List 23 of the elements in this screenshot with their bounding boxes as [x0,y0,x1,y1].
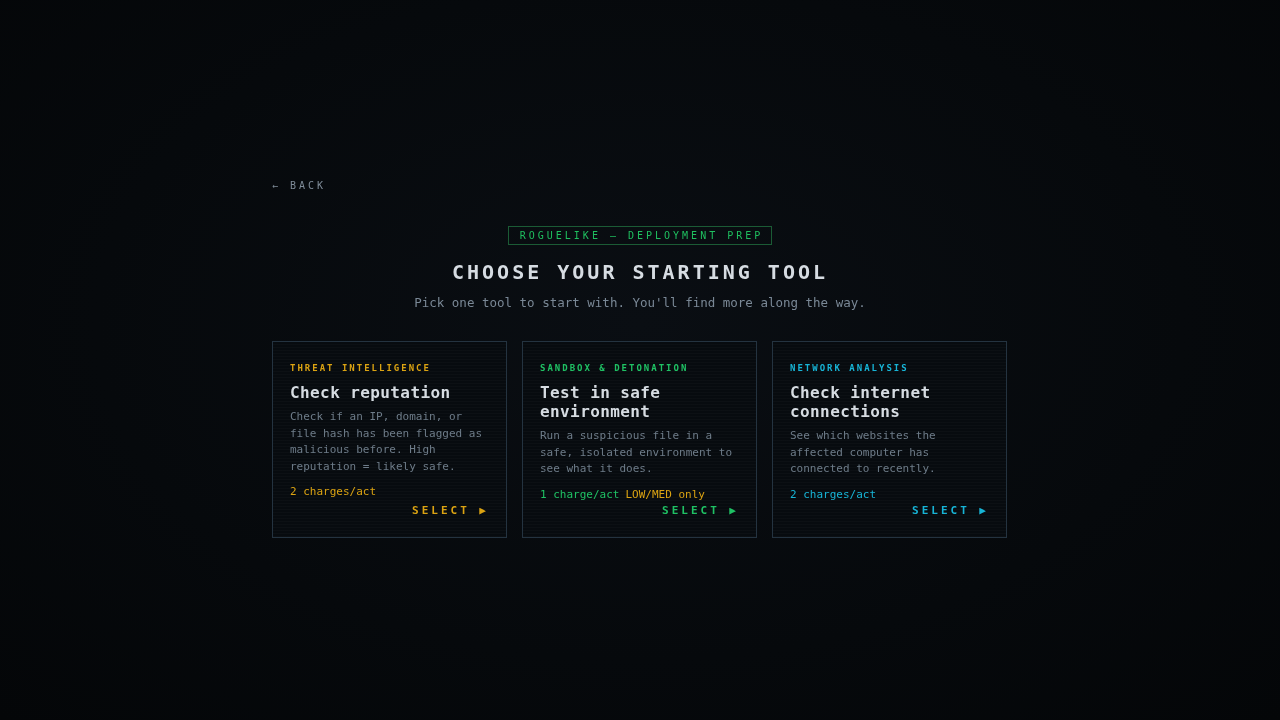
tool-description: Check if an IP, domain, or file hash has been flagged as malicious before. High reputation = likely safe. [290,409,484,475]
charges-text: 2 charges/act [790,487,877,501]
page-title: CHOOSE YOUR STARTING TOOL [451,260,829,284]
charges-text: 2 charges/act [290,485,377,498]
tool-title: Check reputation [290,383,452,402]
tool-description: Run a suspicious file in a safe, isolated environment to see what it does. [540,428,734,477]
tool-card[interactable]: SANDBOX & DETONATION Test in safe environment Run a suspicious file in a safe, isolated environment to see what it does. 1 charge/act LOW/MED only SELECT ▶ [522,341,757,538]
restriction-text: LOW/MED only [625,487,705,501]
select-button[interactable]: SELECT ▶ [662,502,739,519]
category-label: SANDBOX & DETONATION [540,362,690,375]
tool-description: See which websites the affected computer has connected to recently. [790,428,937,477]
tool-card[interactable]: THREAT INTELLIGENCE Check reputation Check if an IP, domain, or file hash has been flagged as malicious before. High reputation = likely safe. 2 charges/act SELECT ▶ [272,341,507,538]
charges-text: 1 charge/act [540,487,620,501]
select-button[interactable]: SELECT ▶ [412,502,489,519]
tool-title: Test in safe environment [540,383,662,421]
select-button[interactable]: SELECT ▶ [912,502,989,519]
back-link[interactable]: ← BACK [272,179,327,193]
mode-badge: ROGUELIKE — DEPLOYMENT PREP [507,226,773,245]
category-label: THREAT INTELLIGENCE [290,362,432,375]
tool-title: Check internet connections [790,383,932,421]
page-subtitle: Pick one tool to start with. You'll find more along the way. [413,294,867,312]
tool-card[interactable]: NETWORK ANALYSIS Check internet connections See which websites the affected computer has connected to recently. 2 charges/act SELECT ▶ [772,341,1007,538]
category-label: NETWORK ANALYSIS [790,362,910,375]
